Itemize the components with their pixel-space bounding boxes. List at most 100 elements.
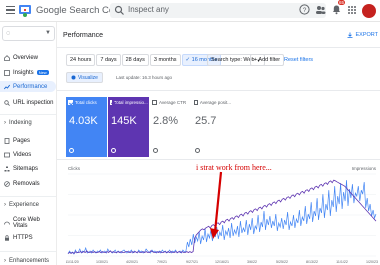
metric-label: Total impressio... <box>114 100 148 105</box>
chevron-down-icon: › <box>4 202 6 208</box>
globe-icon: ◌ <box>6 30 11 37</box>
info-icon <box>153 148 158 153</box>
sidebar-item-label: Videos <box>13 151 32 158</box>
x-tick-label: 1/30/21 <box>96 260 108 264</box>
visualize-label: Visualize <box>78 74 98 81</box>
chevron-down-icon: ▼ <box>45 30 51 36</box>
section-indexing[interactable]: › Indexing <box>4 120 32 126</box>
section-enhancements[interactable]: › Enhancements <box>4 258 49 264</box>
date-filter-3-months[interactable]: 3 months <box>149 54 181 66</box>
metric-label: Total clicks <box>75 100 97 105</box>
metric-card-total-impressions[interactable]: Total impressio... 145K <box>108 97 149 157</box>
x-tick-label: 9/27/21 <box>186 260 198 264</box>
x-tick-label: 7/9/21 <box>157 260 167 264</box>
x-tick-label: 4/20/21 <box>126 260 138 264</box>
sidebar-item-core-web-vitals[interactable]: Core Web Vitals <box>0 217 56 229</box>
search-placeholder: Inspect any <box>128 5 169 14</box>
sidebar-item-insights[interactable]: Insights New <box>0 67 56 78</box>
date-filter-24-hours[interactable]: 24 hours <box>66 54 96 66</box>
x-tick-label: 1/20/23 <box>366 260 378 264</box>
bell-icon[interactable]: 65 <box>331 0 345 20</box>
divider <box>57 90 380 91</box>
section-label: Enhancements <box>9 258 50 264</box>
search-input[interactable]: Inspect any <box>110 3 326 18</box>
chevron-down-icon: › <box>4 258 6 264</box>
property-selector[interactable]: ◌ ▼ <box>2 26 55 41</box>
sidebar-item-videos[interactable]: Videos <box>0 149 56 160</box>
sidebar-item-label: Overview <box>13 54 39 61</box>
divider <box>57 47 380 48</box>
search-type-label: Search type: Web <box>211 57 255 63</box>
metric-value: 2.8% <box>153 115 179 127</box>
export-button[interactable]: EXPORT <box>347 32 378 38</box>
divider <box>0 114 56 115</box>
checkbox[interactable] <box>68 100 73 105</box>
divider <box>57 159 380 160</box>
sidebar-item-label: URL inspection <box>13 99 54 106</box>
sidebar-item-sitemaps[interactable]: Sitemaps <box>0 163 56 174</box>
visualize-button[interactable]: Visualize <box>66 72 103 83</box>
sidebar-item-removals[interactable]: Removals <box>0 178 56 189</box>
people-icon[interactable] <box>315 2 326 20</box>
sidebar-item-label: Sitemaps <box>13 165 39 172</box>
top-bar: Google Search Console Inspect any ? 65 <box>0 0 380 22</box>
search-icon <box>114 5 124 15</box>
left-axis-label: Clicks <box>68 166 80 171</box>
metric-card-average-position[interactable]: Average posit... 25.7 <box>192 97 233 157</box>
info-icon <box>69 148 74 153</box>
checkbox[interactable] <box>110 100 112 105</box>
sidebar-item-https[interactable]: HTTPS <box>0 232 56 243</box>
lock-icon <box>5 234 9 241</box>
x-tick-label: 11/1/22 <box>336 260 348 264</box>
section-experience[interactable]: › Experience <box>4 202 39 208</box>
sidebar: ◌ ▼ Overview Insights New Performance UR… <box>0 22 57 265</box>
sidebar-item-performance[interactable]: Performance <box>0 81 56 92</box>
sparkle-icon <box>71 75 76 80</box>
gauge-icon <box>4 221 10 225</box>
sidebar-item-label: Removals <box>13 180 40 187</box>
last-update-text: Last update: 16.3 hours ago <box>116 75 173 80</box>
pages-icon <box>4 137 10 144</box>
search-icon <box>4 99 10 106</box>
apps-grid-icon[interactable] <box>347 2 357 20</box>
trend-icon <box>4 84 10 89</box>
download-icon <box>347 32 353 38</box>
date-filter-28-days[interactable]: 28 days <box>121 54 149 66</box>
avatar[interactable] <box>362 4 376 18</box>
sidebar-item-url-inspection[interactable]: URL inspection <box>0 97 56 108</box>
menu-icon[interactable] <box>6 6 15 15</box>
svg-text:?: ? <box>303 7 307 14</box>
chevron-down-icon: › <box>4 120 6 126</box>
x-tick-label: 8/13/22 <box>306 260 318 264</box>
sidebar-item-label: Performance <box>13 83 48 90</box>
sitemap-icon <box>4 166 10 171</box>
metric-label: Average CTR <box>159 100 187 105</box>
checkbox[interactable] <box>194 100 198 105</box>
metric-value: 145K <box>111 115 137 127</box>
sidebar-item-label: Insights <box>13 69 34 76</box>
x-tick-label: 3/6/22 <box>247 260 257 264</box>
x-tick-label: 11/11/20 <box>66 260 79 264</box>
annotation-arrow <box>210 171 223 239</box>
date-filter-7-days[interactable]: 7 days <box>96 54 121 66</box>
info-icon <box>195 148 200 153</box>
metric-card-average-ctr[interactable]: Average CTR 2.8% <box>150 97 191 157</box>
right-axis-label: Impressions <box>351 166 376 171</box>
sidebar-item-label: Pages <box>13 137 31 144</box>
section-label: Indexing <box>9 120 32 126</box>
new-badge: New <box>36 70 49 75</box>
help-icon[interactable]: ? <box>299 2 310 20</box>
date-range-filters: 24 hours 7 days 28 days 3 months ✓ 16 mo… <box>66 54 222 66</box>
export-label: EXPORT <box>355 32 378 38</box>
divider <box>0 251 56 252</box>
sidebar-item-overview[interactable]: Overview <box>0 52 56 63</box>
reset-filters-link[interactable]: Reset filters <box>284 57 313 63</box>
sidebar-item-pages[interactable]: Pages <box>0 135 56 146</box>
checkbox[interactable] <box>152 100 157 105</box>
metric-card-total-clicks[interactable]: Total clicks 4.03K <box>66 97 107 157</box>
metric-value: 25.7 <box>195 115 217 127</box>
search-console-logo <box>19 5 31 17</box>
add-filter-button[interactable]: + Add filter <box>250 54 285 66</box>
info-icon <box>111 148 116 153</box>
divider <box>0 196 56 197</box>
